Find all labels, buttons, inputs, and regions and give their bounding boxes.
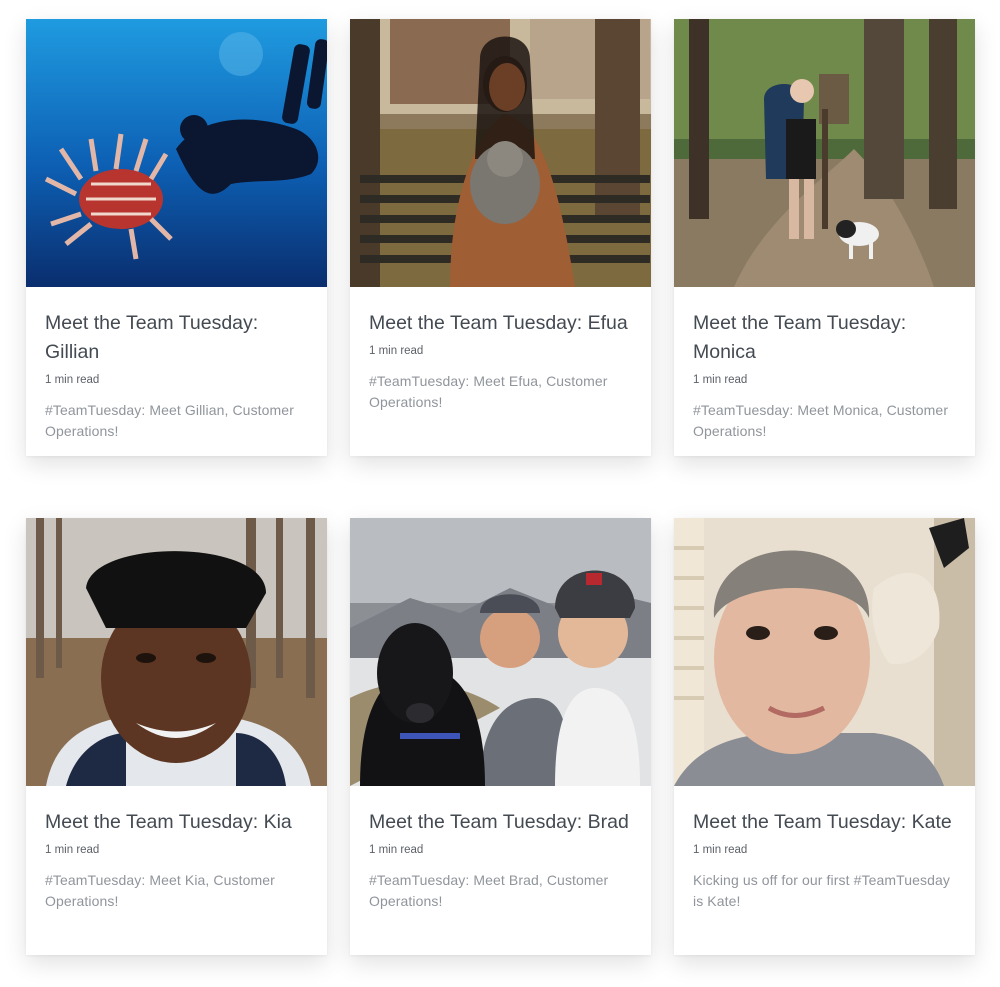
post-image-kate[interactable] bbox=[674, 518, 975, 786]
post-title[interactable]: Meet the Team Tuesday: Brad bbox=[369, 808, 632, 837]
post-image-brad[interactable] bbox=[350, 518, 651, 786]
post-card-brad[interactable]: Meet the Team Tuesday: Brad 1 min read #… bbox=[350, 518, 651, 955]
read-time: 1 min read bbox=[693, 374, 748, 386]
post-title[interactable]: Meet the Team Tuesday: Monica bbox=[693, 309, 956, 367]
post-title[interactable]: Meet the Team Tuesday: Gillian bbox=[45, 309, 308, 367]
post-excerpt: #TeamTuesday: Meet Monica, Customer Oper… bbox=[693, 402, 949, 439]
post-card-monica[interactable]: Meet the Team Tuesday: Monica 1 min read… bbox=[674, 19, 975, 456]
post-excerpt: Kicking us off for our first #TeamTuesda… bbox=[693, 872, 950, 909]
read-time: 1 min read bbox=[693, 844, 748, 856]
post-title[interactable]: Meet the Team Tuesday: Kate bbox=[693, 808, 956, 837]
post-title[interactable]: Meet the Team Tuesday: Kia bbox=[45, 808, 308, 837]
post-image-gillian[interactable] bbox=[26, 19, 327, 287]
post-title[interactable]: Meet the Team Tuesday: Efua bbox=[369, 309, 632, 338]
post-card-gillian[interactable]: Meet the Team Tuesday: Gillian 1 min rea… bbox=[26, 19, 327, 456]
post-excerpt: #TeamTuesday: Meet Gillian, Customer Ope… bbox=[45, 402, 294, 439]
post-excerpt: #TeamTuesday: Meet Efua, Customer Operat… bbox=[369, 373, 608, 410]
post-image-efua[interactable] bbox=[350, 19, 651, 287]
post-grid: Meet the Team Tuesday: Gillian 1 min rea… bbox=[26, 19, 975, 955]
post-excerpt: #TeamTuesday: Meet Brad, Customer Operat… bbox=[369, 872, 609, 909]
read-time: 1 min read bbox=[45, 374, 100, 386]
read-time: 1 min read bbox=[369, 345, 424, 357]
post-image-monica[interactable] bbox=[674, 19, 975, 287]
post-excerpt: #TeamTuesday: Meet Kia, Customer Operati… bbox=[45, 872, 275, 909]
read-time: 1 min read bbox=[45, 844, 100, 856]
post-image-kia[interactable] bbox=[26, 518, 327, 786]
post-card-kia[interactable]: Meet the Team Tuesday: Kia 1 min read #T… bbox=[26, 518, 327, 955]
post-card-efua[interactable]: Meet the Team Tuesday: Efua 1 min read #… bbox=[350, 19, 651, 456]
read-time: 1 min read bbox=[369, 844, 424, 856]
post-card-kate[interactable]: Meet the Team Tuesday: Kate 1 min read K… bbox=[674, 518, 975, 955]
